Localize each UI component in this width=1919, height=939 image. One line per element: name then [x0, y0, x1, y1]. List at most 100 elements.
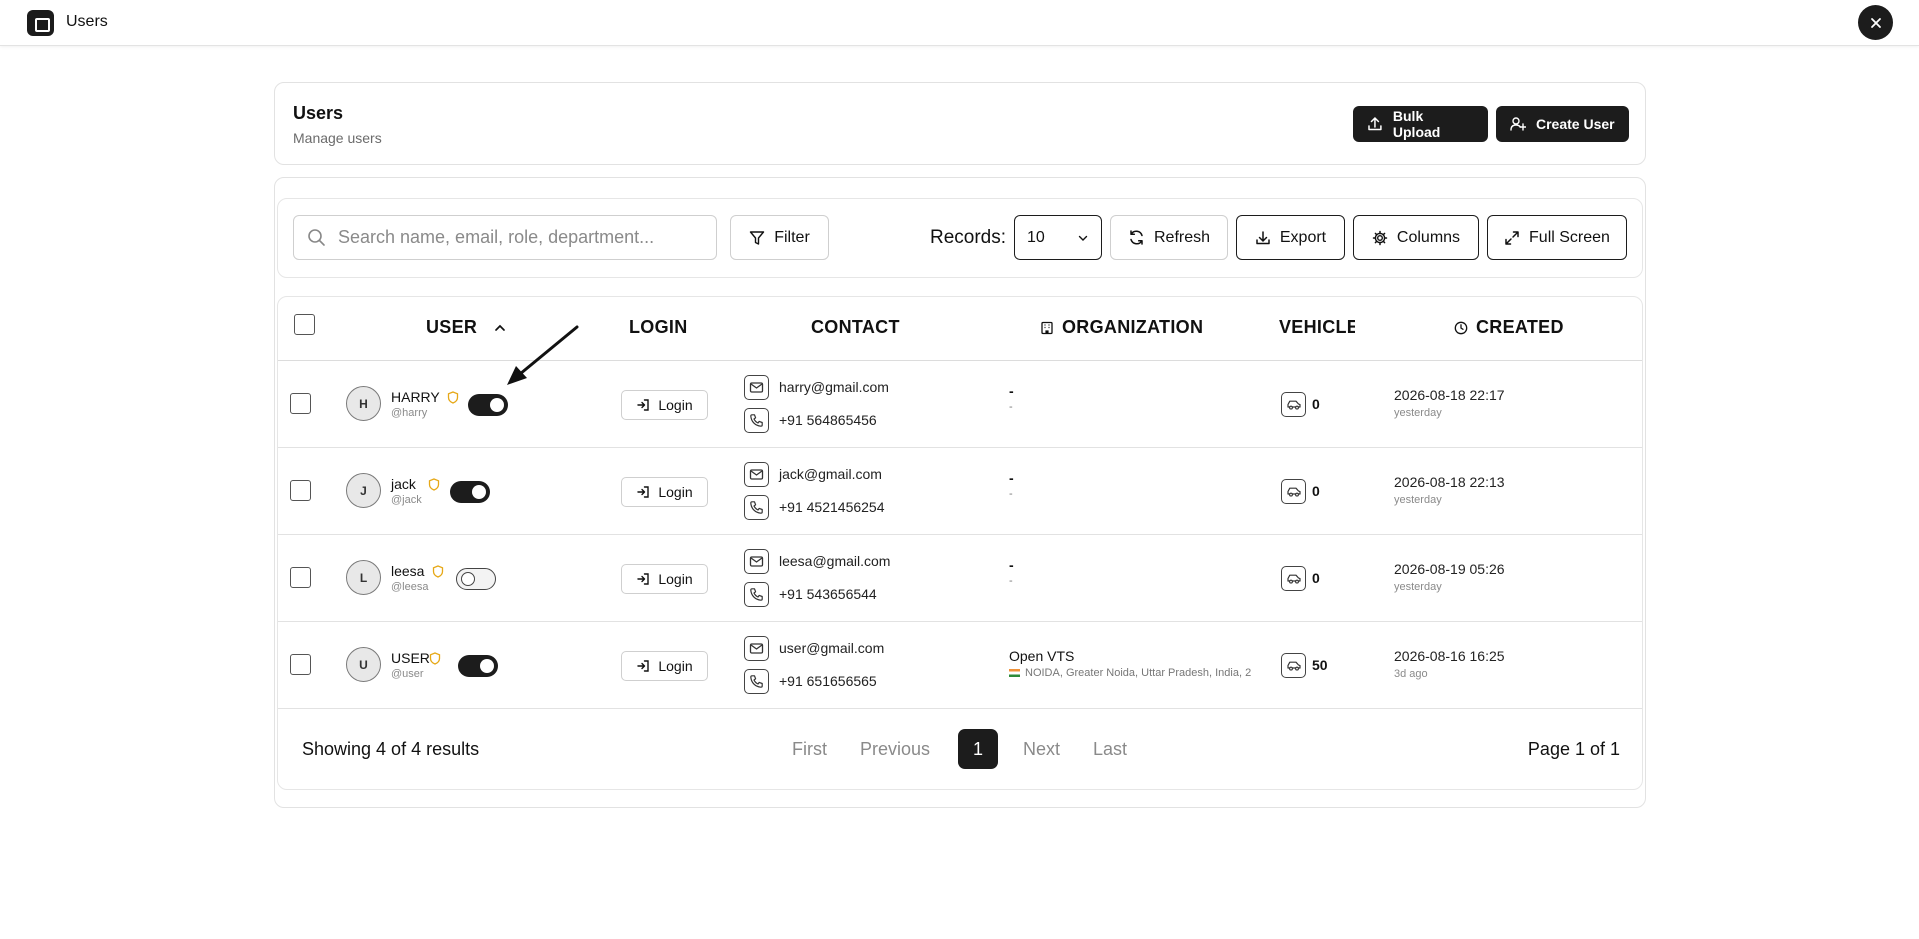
full-screen-label: Full Screen	[1529, 228, 1610, 246]
login-icon	[636, 572, 650, 586]
app-title: Users	[66, 13, 108, 30]
clock-icon	[1454, 321, 1468, 334]
export-button[interactable]: Export	[1236, 215, 1345, 260]
user-phone: +91 564865456	[779, 412, 877, 428]
user-name: jack	[391, 476, 416, 492]
mail-icon	[744, 636, 769, 661]
filter-button[interactable]: Filter	[730, 215, 829, 260]
row-checkbox[interactable]	[290, 480, 311, 501]
user-phone: +91 543656544	[779, 586, 877, 602]
column-contact-label: CONTACT	[811, 317, 900, 337]
mail-icon	[744, 375, 769, 400]
pagination-previous[interactable]: Previous	[860, 739, 930, 760]
create-user-button[interactable]: Create User	[1496, 106, 1629, 142]
login-icon	[636, 485, 650, 499]
avatar: L	[346, 560, 381, 595]
records-select[interactable]: 10	[1014, 215, 1102, 260]
users-table: USER LOGIN CONTACT ORGANIZATION VEHICLE …	[277, 296, 1643, 790]
login-button[interactable]: Login	[621, 477, 708, 507]
car-icon	[1281, 479, 1306, 504]
created-relative: 3d ago	[1394, 668, 1428, 680]
close-icon	[1870, 17, 1881, 28]
column-vehicle-label: VEHICLE	[1279, 317, 1355, 337]
car-icon	[1281, 566, 1306, 591]
user-active-toggle[interactable]	[450, 481, 490, 503]
user-handle: @user	[391, 668, 424, 680]
chevron-down-icon	[1078, 235, 1088, 241]
avatar: H	[346, 386, 381, 421]
login-icon	[636, 659, 650, 673]
search-input[interactable]	[338, 216, 708, 259]
created-date: 2026-08-16 16:25	[1394, 648, 1505, 664]
login-icon	[636, 398, 650, 412]
user-name: USER	[391, 650, 430, 666]
upload-icon	[1368, 117, 1382, 131]
column-header-vehicle: VEHICLE	[1279, 317, 1355, 338]
row-checkbox[interactable]	[290, 567, 311, 588]
pagination-first[interactable]: First	[792, 739, 827, 760]
created-date: 2026-08-18 22:13	[1394, 474, 1505, 490]
created-relative: yesterday	[1394, 581, 1442, 593]
user-handle: @leesa	[391, 581, 429, 593]
phone-icon	[744, 408, 769, 433]
page-title: Users	[293, 103, 344, 123]
avatar: J	[346, 473, 381, 508]
mail-icon	[744, 462, 769, 487]
building-icon	[1041, 321, 1053, 334]
login-label: Login	[658, 571, 693, 587]
column-created-label: CREATED	[1476, 317, 1564, 337]
user-active-toggle[interactable]	[468, 394, 508, 416]
page-indicator: Page 1 of 1	[1527, 739, 1620, 759]
organization-location-text: -	[1009, 401, 1013, 413]
column-header-organization: ORGANIZATION	[1040, 317, 1203, 338]
full-screen-button[interactable]: Full Screen	[1487, 215, 1627, 260]
user-phone: +91 651656565	[779, 673, 877, 689]
vehicle-count: 50	[1312, 657, 1328, 673]
sort-up-icon	[495, 324, 506, 331]
columns-button[interactable]: Columns	[1353, 215, 1479, 260]
organization-location: -	[1009, 401, 1013, 413]
login-button[interactable]: Login	[621, 564, 708, 594]
phone-icon	[744, 495, 769, 520]
select-all-checkbox[interactable]	[294, 314, 315, 335]
shield-icon	[429, 652, 441, 665]
row-checkbox[interactable]	[290, 654, 311, 675]
filter-icon	[750, 230, 765, 245]
users-table-card: Filter Records: 10 Refresh Export Column…	[274, 177, 1646, 808]
filter-label: Filter	[774, 228, 810, 246]
refresh-button[interactable]: Refresh	[1110, 215, 1228, 260]
organization-location-text: NOIDA, Greater Noida, Uttar Pradesh, Ind…	[1025, 667, 1252, 679]
pagination-last[interactable]: Last	[1093, 739, 1127, 760]
row-checkbox[interactable]	[290, 393, 311, 414]
user-name: leesa	[391, 563, 425, 579]
user-active-toggle[interactable]	[458, 655, 498, 677]
search-box	[293, 215, 717, 260]
column-header-created: CREATED	[1454, 317, 1564, 338]
table-row: J jack @jack Login jack@gmail.com +91 45…	[278, 448, 1642, 535]
shield-icon	[432, 565, 444, 578]
column-header-contact: CONTACT	[811, 317, 900, 338]
vehicle-count: 0	[1312, 570, 1320, 586]
pagination-next[interactable]: Next	[1023, 739, 1060, 760]
login-button[interactable]: Login	[621, 390, 708, 420]
organization-name: -	[1009, 383, 1014, 399]
user-email: user@gmail.com	[779, 640, 885, 656]
close-button[interactable]	[1858, 5, 1893, 40]
top-bar: Users	[0, 0, 1919, 46]
pagination-current-page[interactable]: 1	[958, 729, 998, 769]
table-header: USER LOGIN CONTACT ORGANIZATION VEHICLE …	[278, 297, 1642, 361]
bulk-upload-button[interactable]: Bulk Upload	[1353, 106, 1488, 142]
organization-name: -	[1009, 557, 1014, 573]
records-value: 10	[1027, 228, 1045, 246]
results-count: Showing 4 of 4 results	[302, 739, 480, 759]
vehicle-count: 0	[1312, 396, 1320, 412]
column-header-user[interactable]: USER	[426, 317, 507, 338]
mail-icon	[744, 549, 769, 574]
search-icon	[308, 229, 325, 246]
login-button[interactable]: Login	[621, 651, 708, 681]
created-relative: yesterday	[1394, 407, 1442, 419]
column-header-login: LOGIN	[629, 317, 688, 338]
phone-icon	[744, 582, 769, 607]
organization-location: -	[1009, 575, 1013, 587]
user-active-toggle[interactable]	[456, 568, 496, 590]
